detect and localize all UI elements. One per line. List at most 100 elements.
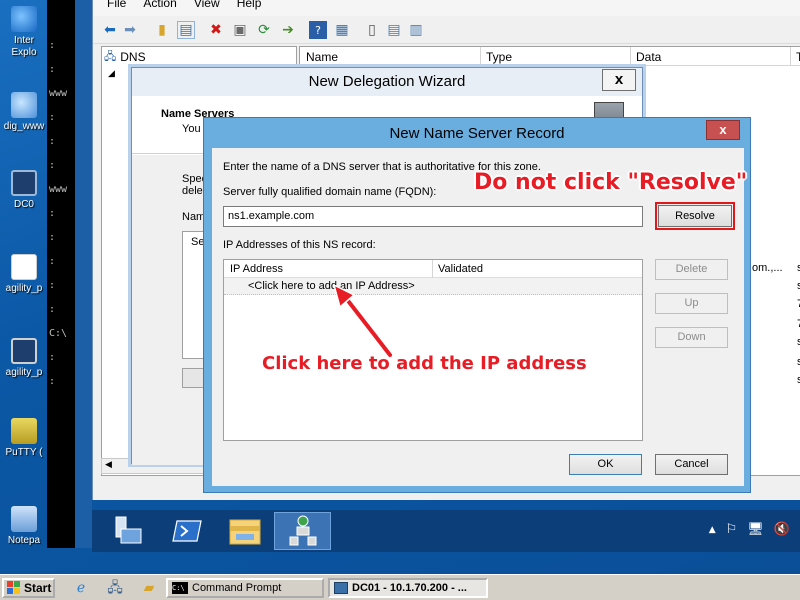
document-icon xyxy=(11,254,37,280)
terminal-line: : xyxy=(49,40,56,51)
agility-p-desktop-icon[interactable]: agility_p xyxy=(0,254,48,295)
taskbar-dc01-remote[interactable]: DC01 - 10.1.70.200 - ... xyxy=(328,578,488,598)
help-icon[interactable]: ? xyxy=(309,21,327,39)
properties-icon[interactable]: ▣ xyxy=(231,21,249,39)
menu-bar: File Action View Help xyxy=(93,0,800,16)
menu-help[interactable]: Help xyxy=(223,0,262,9)
putty-icon xyxy=(11,418,37,444)
file-explorer-taskbar-button[interactable] xyxy=(216,512,273,550)
tree-collapse-icon[interactable]: ◢ xyxy=(108,69,115,79)
start-button[interactable]: Start xyxy=(2,578,55,598)
dns-manager-taskbar-button[interactable] xyxy=(274,512,331,550)
application-icon xyxy=(11,338,37,364)
taskbar-task-label: Command Prompt xyxy=(192,582,282,594)
powershell-taskbar-button[interactable] xyxy=(158,512,215,550)
column-timestamp[interactable]: T xyxy=(796,50,800,64)
tree-root[interactable]: 🖧 DNS xyxy=(104,49,146,65)
column-separator xyxy=(432,260,433,278)
up-button[interactable]: Up xyxy=(655,293,728,314)
dialog-title: New Name Server Record xyxy=(389,125,565,142)
show-hide-tree-icon[interactable]: ▤ xyxy=(177,21,195,39)
menu-file[interactable]: File xyxy=(93,0,126,9)
show-hidden-icons-icon[interactable]: ▲ xyxy=(709,522,716,538)
terminal-text: :: www::: www::::: C:\:: xyxy=(49,0,75,388)
back-icon[interactable]: ⬅ xyxy=(101,21,119,39)
vm-system-tray: ▲ ⚐ 🖥 🔇 xyxy=(709,522,790,538)
menu-view[interactable]: View xyxy=(180,0,220,9)
terminal-line: : xyxy=(49,112,56,123)
dig-www-desktop-icon[interactable]: dig_www xyxy=(0,92,48,133)
internet-explorer-desktop-icon[interactable]: Inter Explo xyxy=(0,6,48,59)
internet-explorer-quicklaunch-icon[interactable]: ℯ xyxy=(72,579,90,597)
cmd-icon: C:\ xyxy=(172,582,188,594)
server-icon[interactable]: ▯ xyxy=(363,21,381,39)
terminal-line: : xyxy=(49,136,56,147)
dc0-desktop-icon[interactable]: DC0 xyxy=(0,170,48,211)
column-validated[interactable]: Validated xyxy=(438,263,483,275)
desktop-icon-label: agility_p xyxy=(5,283,43,294)
terminal-line: www xyxy=(49,88,68,99)
scroll-left-icon[interactable]: ◀ xyxy=(105,460,112,470)
terminal-line: : xyxy=(49,64,56,75)
start-label: Start xyxy=(24,581,52,595)
powershell-icon xyxy=(171,520,202,542)
dialog-body: Enter the name of a DNS server that is a… xyxy=(212,148,744,486)
agility-p-2-desktop-icon[interactable]: agility_p xyxy=(0,338,48,379)
dns-icon: 🖧 xyxy=(104,49,117,63)
ip-addresses-label: IP Addresses of this NS record: xyxy=(223,239,376,251)
console-icon[interactable]: ▦ xyxy=(333,21,351,39)
column-name[interactable]: Name xyxy=(306,50,338,64)
column-ip-address[interactable]: IP Address xyxy=(230,263,283,275)
annotation-arrow-icon xyxy=(333,285,394,359)
desktop-icon-label: agility_p xyxy=(5,367,43,378)
wizard-step-subtitle: You xyxy=(182,123,201,135)
wizard-title: New Delegation Wizard xyxy=(132,68,642,96)
wizard-close-button[interactable]: x xyxy=(602,69,636,91)
server-manager-taskbar-button[interactable] xyxy=(100,512,157,550)
cancel-button[interactable]: Cancel xyxy=(655,454,728,475)
menu-action[interactable]: Action xyxy=(129,0,176,9)
delete-button[interactable]: Delete xyxy=(655,259,728,280)
notepad-desktop-icon[interactable]: Notepa xyxy=(0,506,48,547)
server-manager-icon xyxy=(115,516,141,544)
dialog-close-button[interactable]: x xyxy=(706,120,740,140)
record-data-cell: om.,... xyxy=(752,262,783,274)
wizard-text: dele xyxy=(182,185,203,197)
network-status-icon[interactable]: 🖥 xyxy=(747,522,764,538)
forward-icon[interactable]: ➡ xyxy=(121,21,139,39)
resolve-button[interactable]: Resolve xyxy=(658,205,732,227)
resolve-warning-annotation: Do not click "Resolve" xyxy=(474,170,748,195)
toolbar: ⬅ ➡ ▮ ▤ ✖ ▣ ⟳ ➔ ? ▦ ▯ ▤ ▥ xyxy=(93,16,800,44)
vm-window-border xyxy=(75,0,92,548)
ok-button[interactable]: OK xyxy=(569,454,642,475)
wizard-text: Nam xyxy=(182,211,206,223)
add-ip-address-row[interactable]: <Click here to add an IP Address> xyxy=(224,278,642,295)
column-separator xyxy=(790,47,791,66)
ip-address-list: IP Address Validated <Click here to add … xyxy=(223,259,643,441)
record-icon[interactable]: ▤ xyxy=(385,21,403,39)
host-taskbar: Start ℯ 🖧 ▰ C:\ Command Prompt DC01 - 10… xyxy=(0,574,800,600)
column-type[interactable]: Type xyxy=(486,50,512,64)
putty-desktop-icon[interactable]: PuTTY ( xyxy=(0,418,48,459)
zone-icon[interactable]: ▥ xyxy=(407,21,425,39)
export-list-icon[interactable]: ➔ xyxy=(279,21,297,39)
network-icon xyxy=(11,92,37,118)
down-button[interactable]: Down xyxy=(655,327,728,348)
terminal-line: : xyxy=(49,208,56,219)
refresh-icon[interactable]: ⟳ xyxy=(255,21,273,39)
taskbar-task-label: DC01 - 10.1.70.200 - ... xyxy=(352,582,467,594)
terminal-line: www xyxy=(49,184,68,195)
fqdn-label: Server fully qualified domain name (FQDN… xyxy=(223,186,437,198)
action-center-flag-icon[interactable]: ⚐ xyxy=(726,522,738,538)
network-connections-quicklaunch-icon[interactable]: 🖧 xyxy=(106,579,124,597)
volume-muted-icon[interactable]: 🔇 xyxy=(774,522,790,538)
terminal-line: : xyxy=(49,280,56,291)
up-folder-icon[interactable]: ▮ xyxy=(153,21,171,39)
taskbar-command-prompt[interactable]: C:\ Command Prompt xyxy=(166,578,324,598)
folder-quicklaunch-icon[interactable]: ▰ xyxy=(140,579,158,597)
terminal-line: : xyxy=(49,160,56,171)
delete-icon[interactable]: ✖ xyxy=(207,21,225,39)
fqdn-input[interactable]: ns1.example.com xyxy=(223,206,643,227)
column-data[interactable]: Data xyxy=(636,50,661,64)
dns-manager-icon xyxy=(289,515,316,546)
